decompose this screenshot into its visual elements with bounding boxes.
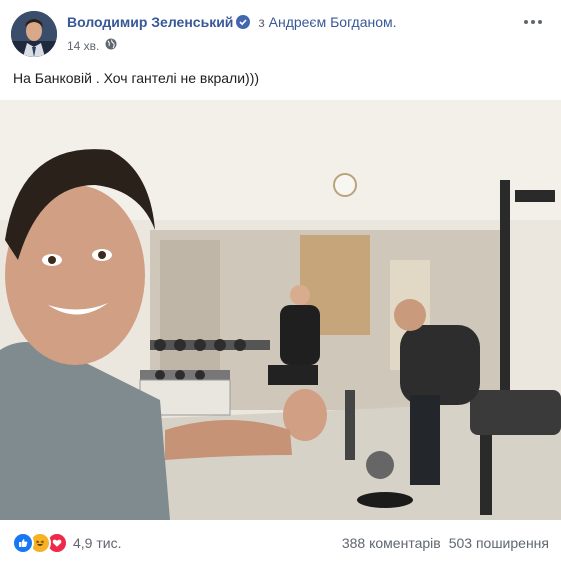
tagged-person-link[interactable]: Андреєм Богданом. bbox=[269, 14, 397, 30]
post-text: На Банковій . Хоч гантелі не вкрали))) bbox=[13, 70, 260, 86]
shares-count[interactable]: 503 поширення bbox=[449, 535, 549, 551]
engagement-stats: 388 коментарів 503 поширення bbox=[342, 535, 549, 551]
with-prefix: з bbox=[258, 14, 265, 30]
comments-count[interactable]: 388 коментарів bbox=[342, 535, 441, 551]
like-reaction-icon bbox=[12, 532, 34, 554]
author-avatar[interactable] bbox=[11, 11, 57, 57]
reaction-count[interactable]: 4,9 тис. bbox=[73, 535, 121, 551]
post-photo[interactable] bbox=[0, 100, 561, 520]
post-timestamp[interactable]: 14 хв. bbox=[67, 39, 99, 53]
post-header: Володимир Зеленський з Андреєм Богданом. bbox=[67, 14, 397, 30]
reactions-summary[interactable]: 4,9 тис. bbox=[12, 532, 121, 554]
more-options-icon[interactable] bbox=[521, 12, 545, 32]
facebook-post: Володимир Зеленський з Андреєм Богданом.… bbox=[0, 0, 561, 561]
globe-icon[interactable] bbox=[105, 38, 117, 53]
verified-badge-icon bbox=[236, 15, 251, 29]
author-name[interactable]: Володимир Зеленський bbox=[67, 14, 233, 30]
post-meta: 14 хв. bbox=[67, 38, 117, 53]
